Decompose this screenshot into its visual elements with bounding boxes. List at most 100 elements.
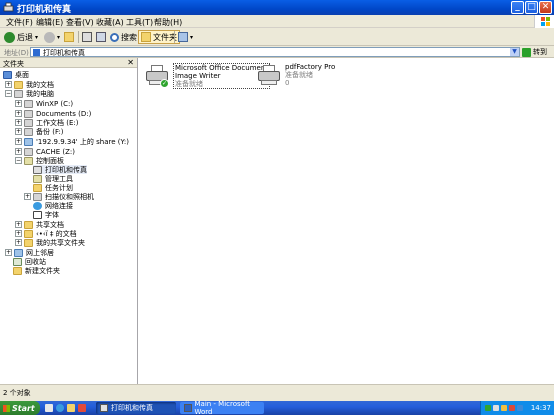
go-arrow-icon — [522, 47, 531, 57]
maximize-button[interactable]: □ — [525, 1, 538, 14]
start-button[interactable]: Start — [0, 401, 40, 415]
task-microsoft-word[interactable]: Main - Microsoft Word — [180, 400, 264, 415]
close-button[interactable]: ✕ — [539, 1, 552, 14]
expand-icon[interactable]: + — [15, 110, 22, 117]
font-icon — [33, 210, 42, 219]
toolbar-separator — [78, 31, 79, 43]
search-button[interactable]: 搜索 — [110, 30, 137, 44]
tray-icon[interactable] — [517, 405, 523, 411]
address-label: 地址(D) — [4, 49, 29, 57]
back-arrow-icon — [4, 31, 15, 43]
expand-icon[interactable]: + — [15, 239, 22, 246]
title-bar: 打印机和传真 _ □ ✕ — [0, 0, 554, 15]
tree-item-drive-y[interactable]: + '192.9.9.34' 上的 share (Y:) — [15, 137, 129, 146]
status-text: 2 个对象 — [3, 389, 31, 397]
folder-icon — [13, 266, 22, 275]
expand-icon[interactable]: + — [15, 128, 22, 135]
tree-item-my-computer[interactable]: − 我的电脑 — [5, 89, 54, 98]
menu-view[interactable]: 查看(V) — [66, 17, 94, 28]
desktop-icon — [3, 70, 12, 79]
expand-icon[interactable]: + — [15, 119, 22, 126]
menu-edit[interactable]: 编辑(E) — [36, 17, 63, 28]
tools-icon — [33, 174, 42, 183]
minimize-button[interactable]: _ — [511, 1, 524, 14]
scanner-icon — [96, 32, 106, 42]
expand-icon[interactable]: + — [5, 81, 12, 88]
tree-item-drive-c[interactable]: + WinXP (C:) — [15, 99, 73, 108]
printer-icon — [100, 404, 108, 412]
quicklaunch-desktop-icon[interactable] — [45, 404, 53, 412]
task-printers-and-faxes[interactable]: 打印机和传真 — [96, 402, 176, 414]
quicklaunch-app-icon[interactable] — [78, 404, 86, 412]
word-icon — [184, 404, 192, 412]
printer-icon — [33, 49, 40, 56]
tray-icon[interactable] — [485, 405, 491, 411]
print-button[interactable] — [82, 30, 92, 44]
back-button[interactable]: 后退 ▾ — [4, 30, 38, 44]
tray-icon[interactable] — [509, 405, 515, 411]
expand-icon[interactable]: + — [15, 221, 22, 228]
network-drive-icon — [24, 137, 33, 146]
toolbar-separator — [174, 31, 175, 43]
quicklaunch-explorer-icon[interactable] — [67, 404, 75, 412]
menu-favorites[interactable]: 收藏(A) — [96, 17, 124, 28]
printer-item[interactable]: pdfFactory Pro 准备就绪 0 — [257, 63, 335, 87]
recycle-bin-icon — [13, 257, 22, 266]
tree-item-new-folder[interactable]: 新建文件夹 — [13, 266, 60, 275]
control-panel-icon — [24, 156, 33, 165]
menu-file[interactable]: 文件(F) — [6, 17, 33, 28]
drive-icon — [24, 127, 33, 136]
tree-item-desktop[interactable]: 桌面 — [3, 70, 29, 79]
printer-icon: ✓ — [145, 63, 169, 88]
tree-item-drive-f[interactable]: + 备份 (F:) — [15, 127, 64, 136]
tray-icon[interactable] — [501, 405, 507, 411]
chevron-down-icon: ▾ — [35, 33, 39, 41]
default-check-icon: ✓ — [160, 79, 169, 88]
menu-tools[interactable]: 工具(T) — [126, 17, 153, 28]
menu-help[interactable]: 帮助(H) — [154, 17, 182, 28]
tray-icon[interactable] — [493, 405, 499, 411]
printer-item[interactable]: ✓ Microsoft Office Document Image Writer… — [145, 63, 271, 89]
expand-icon[interactable]: + — [15, 138, 22, 145]
network-icon — [14, 248, 23, 257]
drive-icon — [24, 118, 33, 127]
printer-queue-count: 0 — [285, 79, 290, 87]
folder-icon — [141, 32, 151, 42]
folder-icon — [33, 183, 42, 192]
printer-icon — [82, 32, 92, 42]
printer-label: pdfFactory Pro 准备就绪 0 — [285, 63, 336, 87]
up-folder-button[interactable] — [64, 30, 74, 44]
expand-icon[interactable]: + — [15, 230, 22, 237]
folder-icon — [24, 229, 33, 238]
computer-icon — [14, 89, 23, 98]
tree-item-my-shared-folder[interactable]: + 我的共享文件夹 — [15, 238, 85, 247]
windows-logo-icon — [3, 404, 10, 412]
chevron-down-icon: ▾ — [57, 33, 61, 41]
collapse-icon[interactable]: − — [5, 90, 12, 97]
chevron-down-icon[interactable]: ▼ — [510, 48, 519, 56]
go-button[interactable]: 转到 — [522, 47, 547, 57]
scan-button[interactable] — [96, 30, 106, 44]
chevron-down-icon: ▾ — [190, 33, 194, 41]
system-tray: 14:37 — [480, 401, 554, 415]
folders-pane-header: 文件夹 ✕ — [0, 58, 137, 68]
folder-icon — [14, 80, 23, 89]
collapse-icon[interactable]: − — [15, 157, 22, 164]
views-button[interactable]: ▾ — [178, 30, 193, 44]
expand-icon[interactable]: + — [5, 249, 12, 256]
window-title: 打印机和传真 — [17, 5, 72, 15]
up-folder-icon — [64, 32, 74, 42]
network-icon — [33, 201, 42, 210]
expand-icon[interactable]: + — [24, 193, 31, 200]
close-pane-icon[interactable]: ✕ — [127, 58, 134, 67]
quicklaunch-ie-icon[interactable] — [56, 404, 64, 412]
address-input[interactable]: 打印机和传真 ▼ — [30, 47, 520, 57]
drive-icon — [24, 99, 33, 108]
forward-button[interactable]: ▾ — [44, 30, 60, 44]
expand-icon[interactable]: + — [15, 100, 22, 107]
printer-status: 准备就绪 — [175, 80, 203, 88]
tree-item-fonts[interactable]: 字体 — [33, 210, 59, 219]
expand-icon[interactable]: + — [15, 148, 22, 155]
folder-icon — [24, 238, 33, 247]
scanner-icon — [33, 192, 42, 201]
